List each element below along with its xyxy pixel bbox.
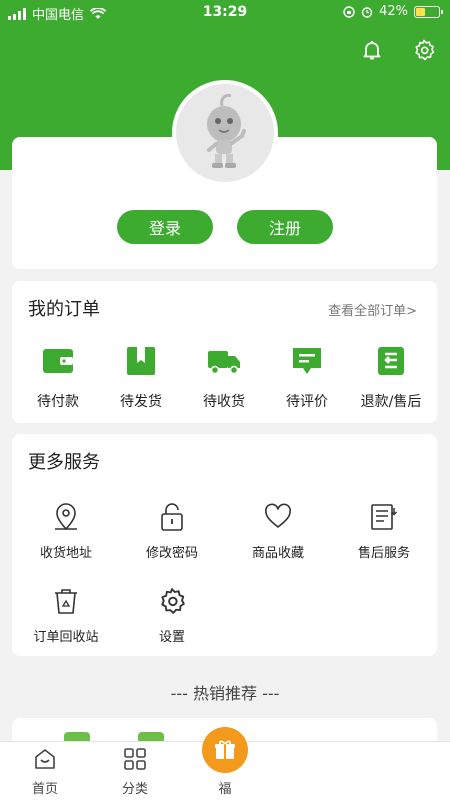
battery-fill <box>416 7 425 16</box>
bell-icon[interactable] <box>360 38 384 62</box>
tab-label: 分类 <box>121 782 148 797</box>
view-all-orders-link[interactable]: 查看全部订单> <box>328 300 417 319</box>
service-address[interactable]: 收货地址 <box>16 502 116 561</box>
location-icon <box>55 503 77 531</box>
tab-label: 福 <box>218 782 232 797</box>
category-icon <box>124 748 146 770</box>
order-pending-payment[interactable]: 待付款 <box>18 343 98 411</box>
service-label: 商品收藏 <box>251 546 304 561</box>
orientation-lock-icon <box>343 5 355 18</box>
services-title: 更多服务 <box>28 452 100 473</box>
service-label: 修改密码 <box>145 546 198 561</box>
gift-icon <box>215 740 235 759</box>
services-card: 更多服务 收货地址 修改密码 商品收藏 售后服务 订单回收站 设置 <box>12 434 437 656</box>
service-after-sale[interactable]: 售后服务 <box>334 502 434 561</box>
settings-gear-icon[interactable] <box>412 38 436 62</box>
tab-home[interactable]: 首页 <box>10 746 80 797</box>
tab-welfare[interactable]: 福 <box>190 778 260 797</box>
service-settings[interactable]: 设置 <box>122 586 222 645</box>
service-label: 收货地址 <box>39 546 92 561</box>
service-label: 设置 <box>158 630 185 645</box>
order-pending-review[interactable]: 待评价 <box>267 343 347 411</box>
battery-icon <box>414 5 443 18</box>
order-item-label: 退款/售后 <box>360 394 422 410</box>
order-item-label: 待发货 <box>120 394 162 410</box>
heart-icon <box>265 503 291 528</box>
alarm-icon <box>361 6 373 18</box>
service-order-recycle-bin[interactable]: 订单回收站 <box>16 586 116 645</box>
service-label: 售后服务 <box>357 546 410 561</box>
order-item-label: 待收货 <box>203 394 245 410</box>
service-change-password[interactable]: 修改密码 <box>122 502 222 561</box>
lock-icon <box>161 503 183 531</box>
gear-icon <box>161 588 185 614</box>
register-button[interactable]: 注册 <box>237 210 333 244</box>
battery-percent: 42% <box>379 4 408 19</box>
tab-category[interactable]: 分类 <box>100 746 170 797</box>
wallet-icon <box>43 349 73 373</box>
after-sale-icon <box>371 504 398 530</box>
welfare-bubble[interactable] <box>202 727 248 773</box>
status-bar: 中国电信 13:29 42% <box>0 0 450 26</box>
service-label: 订单回收站 <box>33 630 99 645</box>
recycle-bin-icon <box>55 589 77 614</box>
home-icon <box>35 749 55 769</box>
orders-card: 我的订单 查看全部订单> 待付款 待发货 待收货 待评价 退款/售后 <box>12 281 437 423</box>
order-refund[interactable]: 退款/售后 <box>351 343 431 411</box>
truck-icon <box>208 351 240 375</box>
refund-icon <box>378 347 404 375</box>
login-button[interactable]: 登录 <box>117 210 213 244</box>
avatar[interactable] <box>172 80 278 186</box>
tab-label: 首页 <box>31 782 58 797</box>
hot-recommend-title: --- 热销推荐 --- <box>170 684 280 703</box>
order-pending-receipt[interactable]: 待收货 <box>184 343 264 411</box>
mascot-avatar-icon <box>207 94 246 168</box>
package-icon <box>127 347 155 375</box>
service-favorites[interactable]: 商品收藏 <box>228 502 328 561</box>
comment-icon <box>293 348 321 374</box>
order-pending-shipment[interactable]: 待发货 <box>101 343 181 411</box>
order-item-label: 待付款 <box>37 394 79 410</box>
order-item-label: 待评价 <box>286 394 328 410</box>
orders-title: 我的订单 <box>28 299 100 320</box>
